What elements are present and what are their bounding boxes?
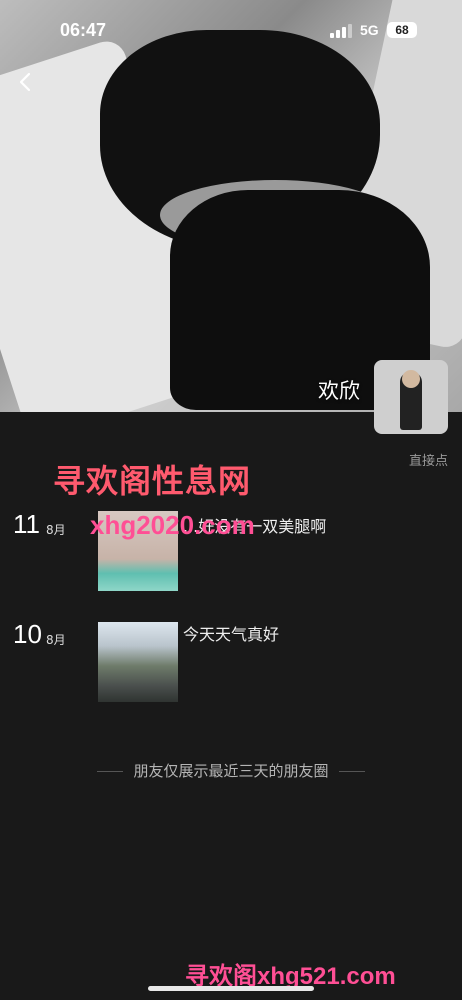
post-day: 10 [13,619,42,649]
post-text: 今天天气真好 [183,625,280,644]
divider-right [338,771,365,772]
avatar-head [402,370,420,388]
watermark-top: 寻欢阁性息网 [53,462,252,500]
profile-name: 欢欣 [318,379,360,403]
footer-note: 朋友仅展示最近三天的朋友圈 [0,760,462,782]
back-icon[interactable] [14,70,38,94]
divider-left [97,771,124,772]
footer-note-text: 朋友仅展示最近三天的朋友圈 [133,762,329,780]
watermark-middle: xhg2020.com [90,510,255,540]
post-month: 8月 [46,633,66,647]
post-day: 11 [13,509,40,539]
avatar[interactable] [374,360,448,434]
home-indicator[interactable] [148,986,314,991]
signal-icon [330,24,352,38]
direct-link[interactable]: 直接点 [409,450,448,469]
post-thumbnail[interactable] [98,622,178,702]
status-time: 06:47 [60,20,107,40]
post-month: 8月 [46,523,66,537]
status-bar: 06:47 5G 68 [0,0,462,62]
network-type: 5G [360,22,379,38]
battery-level: 68 [387,22,417,38]
